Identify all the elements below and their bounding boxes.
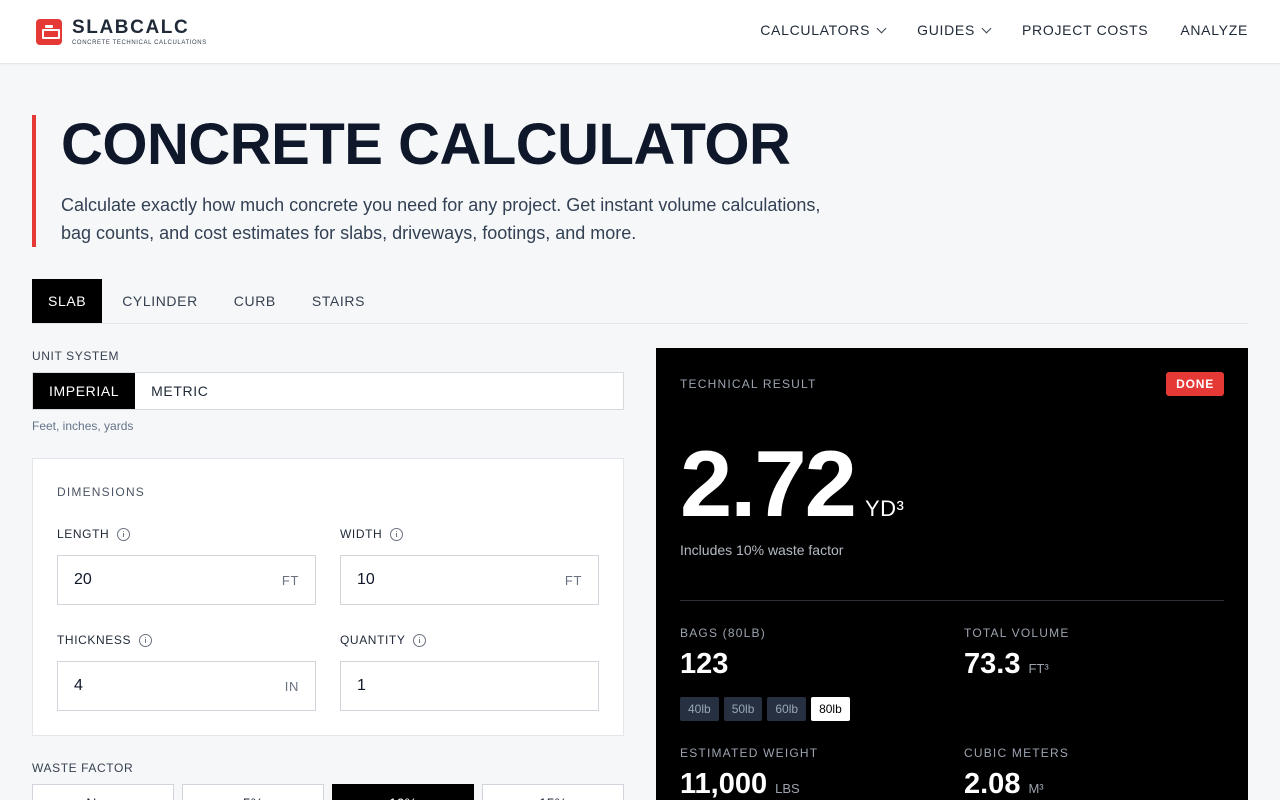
result-volume-unit: YD³ [864, 496, 905, 521]
brand-tagline: CONCRETE TECHNICAL CALCULATIONS [72, 40, 207, 46]
tab-curb[interactable]: CURB [218, 279, 292, 323]
hero-section: CONCRETE CALCULATOR Calculate exactly ho… [32, 115, 852, 247]
length-input[interactable]: 20 FT [57, 555, 316, 605]
nav-calculators-label: CALCULATORS [760, 22, 871, 38]
result-volume-number: 2.72 [680, 431, 857, 536]
tab-slab[interactable]: SLAB [32, 279, 103, 323]
unit-system-toggle: IMPERIAL METRIC [32, 372, 624, 410]
top-navigation-bar: SLABCALC CONCRETE TECHNICAL CALCULATIONS… [0, 0, 1280, 64]
waste-factor-label: WASTE FACTOR [32, 761, 134, 775]
result-note: Includes 10% waste factor [680, 542, 844, 558]
total-volume-value: 73.3 [964, 648, 1021, 680]
result-divider [680, 600, 1224, 601]
thickness-label: THICKNESS [57, 633, 153, 647]
dimensions-card: DIMENSIONS LENGTH 20 FT WIDTH 10 FT THIC… [32, 458, 624, 736]
nav-calculators[interactable]: CALCULATORS [760, 22, 887, 38]
waste-5-button[interactable]: 5% [182, 784, 324, 800]
bags-stat: 123 [680, 648, 728, 681]
unit-metric-button[interactable]: METRIC [135, 373, 224, 409]
waste-factor-options: None 5% 10% 15% [32, 784, 624, 800]
dimensions-title: DIMENSIONS [57, 485, 146, 499]
thickness-unit: IN [284, 678, 299, 694]
quantity-label-text: QUANTITY [340, 633, 406, 647]
info-icon[interactable] [413, 633, 427, 647]
bag-size-50lb[interactable]: 50lb [723, 697, 763, 721]
nav-analyze-label: ANALYZE [1180, 22, 1248, 38]
status-badge: DONE [1166, 372, 1224, 396]
info-icon[interactable] [390, 527, 404, 541]
thickness-label-text: THICKNESS [57, 633, 132, 647]
weight-stat: 11,000 LBS [680, 768, 800, 800]
width-input[interactable]: 10 FT [340, 555, 599, 605]
brand-logo[interactable]: SLABCALC CONCRETE TECHNICAL CALCULATIONS [36, 18, 207, 46]
bag-size-selector: 40lb 50lb 60lb 80lb [680, 697, 850, 721]
bag-size-80lb[interactable]: 80lb [811, 697, 850, 721]
width-unit: FT [564, 572, 582, 588]
chevron-down-icon [876, 23, 887, 33]
bag-size-60lb[interactable]: 60lb [767, 697, 807, 721]
weight-unit: LBS [775, 781, 800, 796]
nav-project-costs[interactable]: PROJECT COSTS [1022, 22, 1148, 38]
brand-name: SLABCALC [72, 17, 190, 38]
cubic-meters-label: CUBIC METERS [964, 746, 1070, 760]
quantity-input[interactable]: 1 [340, 661, 599, 711]
total-volume-unit: FT³ [1028, 661, 1049, 676]
width-value: 10 [357, 571, 375, 588]
waste-10-button[interactable]: 10% [332, 784, 474, 800]
length-unit: FT [281, 572, 299, 588]
cubic-meters-stat: 2.08 M³ [964, 768, 1044, 800]
waste-none-button[interactable]: None [32, 784, 174, 800]
unit-imperial-button[interactable]: IMPERIAL [33, 373, 136, 409]
result-main-value: 2.72 YD³ [680, 434, 904, 534]
unit-system-label: UNIT SYSTEM [32, 349, 120, 363]
nav-guides[interactable]: GUIDES [917, 22, 992, 38]
thickness-value: 4 [74, 677, 83, 694]
tab-stairs[interactable]: STAIRS [296, 279, 381, 323]
weight-label: ESTIMATED WEIGHT [680, 746, 819, 760]
logo-text: SLABCALC CONCRETE TECHNICAL CALCULATIONS [72, 18, 207, 46]
tab-cylinder[interactable]: CYLINDER [106, 279, 214, 323]
cubic-meters-value: 2.08 [964, 768, 1021, 800]
nav-guides-label: GUIDES [917, 22, 976, 38]
page-title: CONCRETE CALCULATOR [61, 112, 791, 177]
chevron-down-icon [981, 23, 992, 33]
calculator-tabs: SLAB CYLINDER CURB STAIRS [32, 279, 1248, 324]
waste-15-button[interactable]: 15% [482, 784, 624, 800]
bags-label: BAGS (80LB) [680, 626, 766, 640]
width-label-text: WIDTH [340, 527, 383, 541]
bags-value: 123 [680, 648, 729, 680]
length-label: LENGTH [57, 527, 131, 541]
width-label: WIDTH [340, 527, 404, 541]
nav-analyze[interactable]: ANALYZE [1180, 22, 1248, 38]
info-icon[interactable] [117, 527, 131, 541]
result-title: TECHNICAL RESULT [680, 377, 817, 391]
nav-project-costs-label: PROJECT COSTS [1022, 22, 1149, 38]
length-value: 20 [74, 571, 92, 588]
quantity-value: 1 [357, 677, 366, 694]
total-volume-stat: 73.3 FT³ [964, 648, 1049, 681]
bag-size-40lb[interactable]: 40lb [680, 697, 719, 721]
thickness-input[interactable]: 4 IN [57, 661, 316, 711]
cubic-meters-unit: M³ [1028, 781, 1044, 796]
length-label-text: LENGTH [57, 527, 110, 541]
total-volume-label: TOTAL VOLUME [964, 626, 1070, 640]
quantity-label: QUANTITY [340, 633, 427, 647]
page-subtitle: Calculate exactly how much concrete you … [61, 195, 821, 243]
weight-value: 11,000 [680, 768, 768, 800]
info-icon[interactable] [139, 633, 153, 647]
main-nav: CALCULATORS GUIDES PROJECT COSTS ANALYZE [760, 22, 1248, 38]
result-panel: TECHNICAL RESULT DONE 2.72 YD³ Includes … [656, 348, 1248, 800]
logo-icon [36, 19, 62, 45]
unit-system-hint: Feet, inches, yards [32, 419, 134, 433]
